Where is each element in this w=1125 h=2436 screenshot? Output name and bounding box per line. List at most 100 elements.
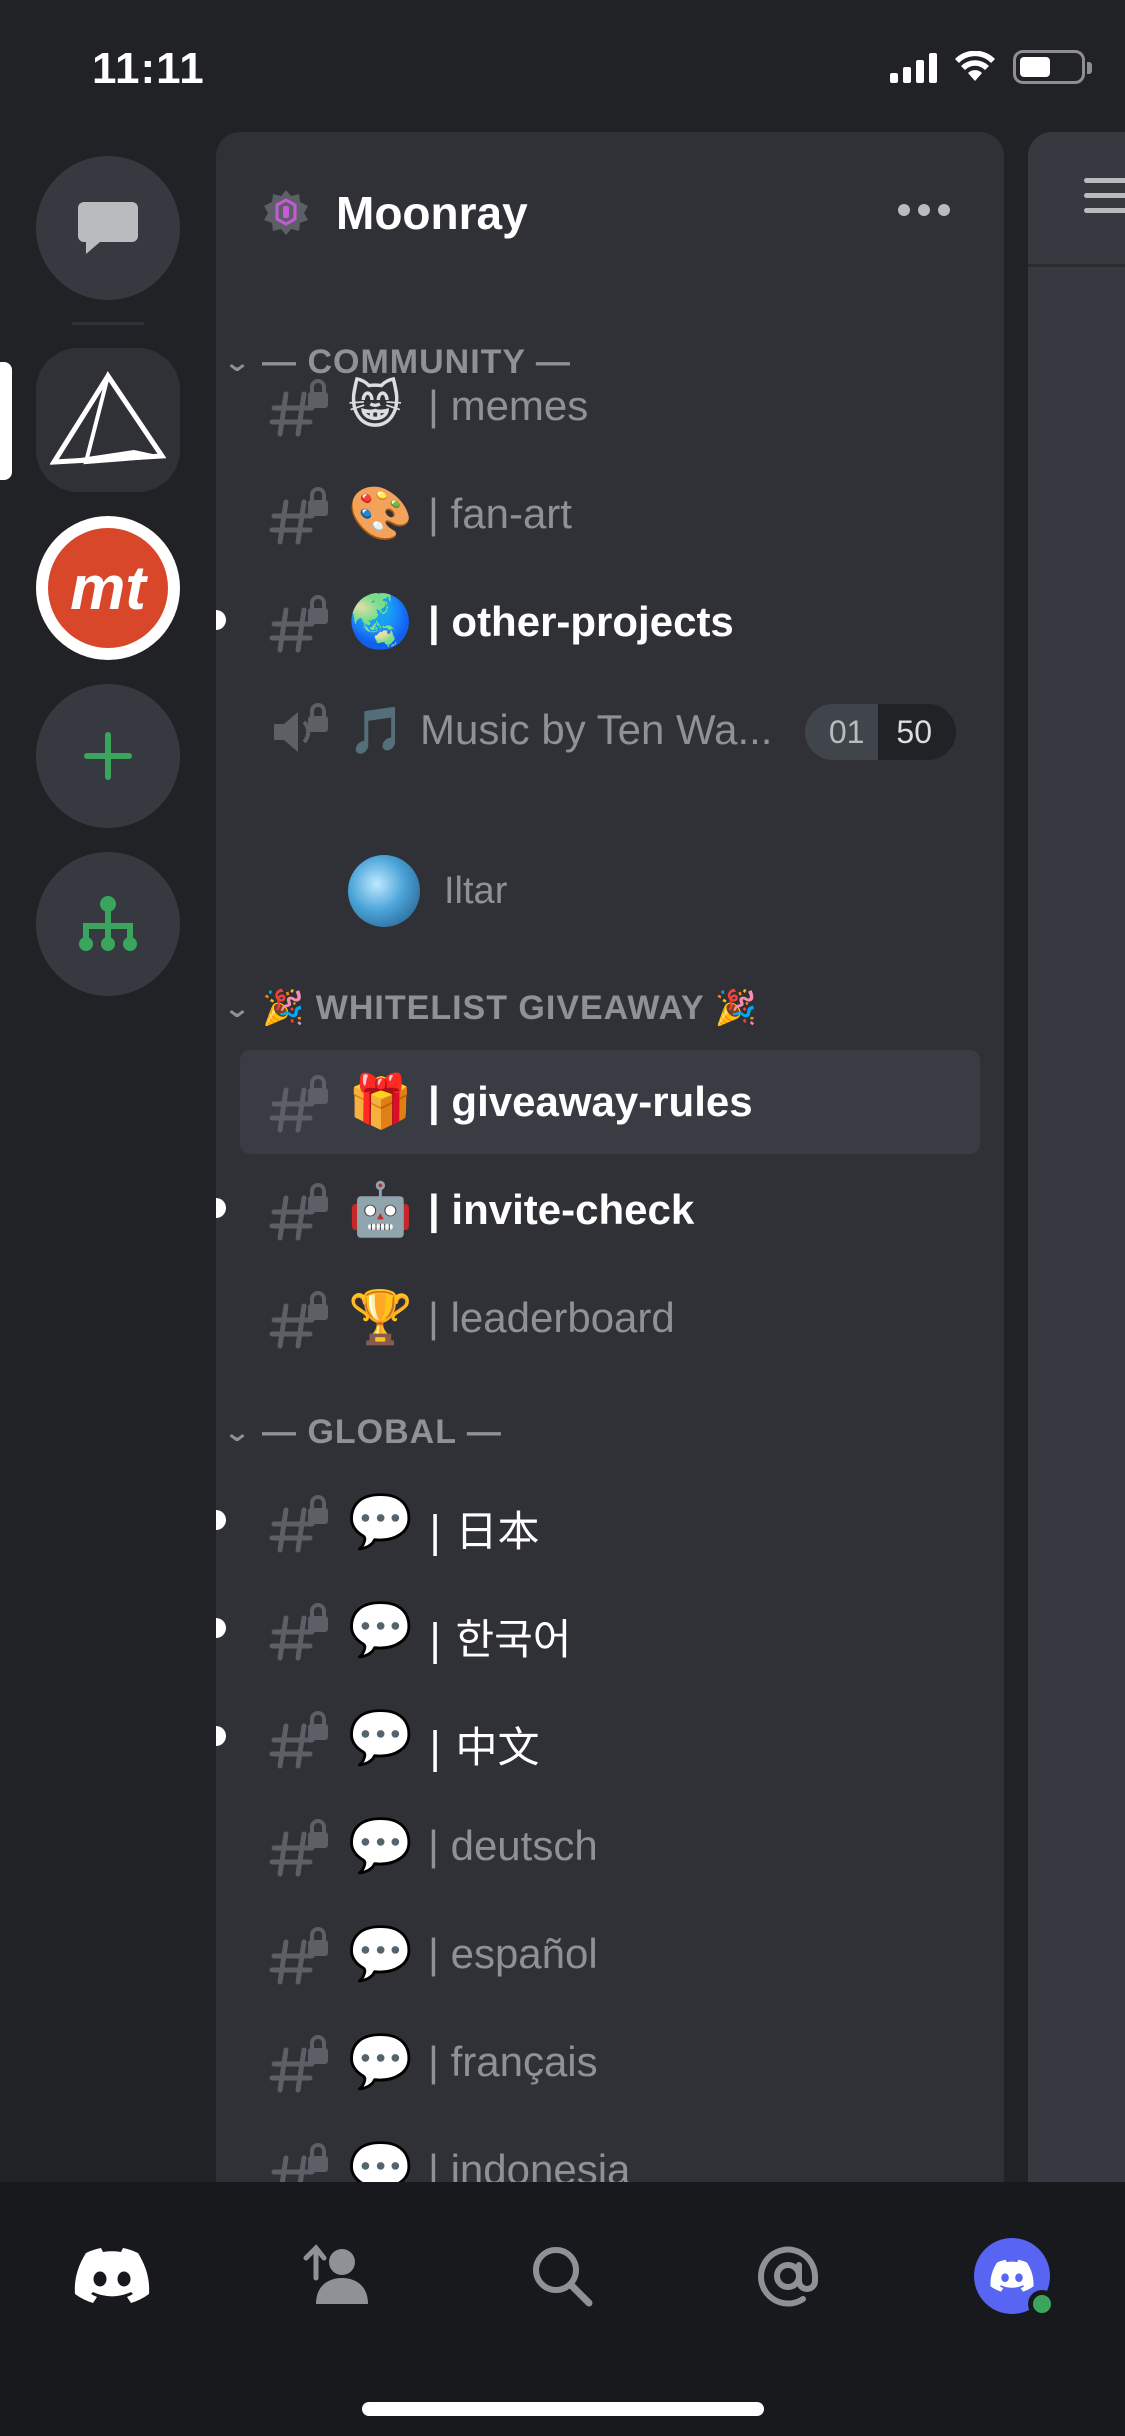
channel-name: | 日本 [428,1507,540,1556]
channel-emoji: 🎨 [348,484,413,544]
unread-indicator [216,1198,226,1218]
active-server-indicator [0,362,12,480]
mt-server-button[interactable]: mt [36,516,180,660]
cellular-signal-icon [890,51,937,83]
tab-home[interactable] [62,2226,162,2326]
chevron-down-icon: ⌄ [222,992,253,1023]
category-label: — GLOBAL — [262,1412,502,1451]
discord-app-screen: 11:11 mt Moonray ⌄ — COMMUNITY — 😸 | mem… [0,0,1125,2436]
unread-indicator [216,1618,226,1638]
voice-max-count: 50 [878,704,956,760]
pyramid-server-icon [50,371,166,465]
locked-text-channel-icon [269,1711,328,1769]
channel-name: | 中文 [428,1723,540,1772]
status-time: 11:11 [92,44,205,93]
channel-invite-check[interactable]: 🤖 | invite-check [216,1158,980,1262]
channel-emoji: 💬 [348,1600,413,1660]
voice-participant-name: Iltar [444,869,508,912]
voice-channel-music[interactable]: 🎵 Music by Ten Wa... 01 50 [240,678,980,782]
unread-indicator [216,1726,226,1746]
channel-name: | other-projects [428,598,734,645]
locked-text-channel-icon [269,487,328,545]
tab-friends[interactable] [288,2226,388,2326]
locked-text-channel-icon [269,595,328,653]
avatar [348,855,420,927]
discord-home-icon [74,2248,150,2303]
channel-name: | deutsch [428,1822,598,1869]
wifi-icon [955,51,995,81]
category-label: 🎉 WHITELIST GIVEAWAY 🎉 [262,989,758,1027]
home-indicator[interactable] [362,2402,764,2416]
channel-emoji: 🌏 [348,592,413,652]
voice-participant[interactable]: Iltar [348,846,948,936]
channel-espanol[interactable]: 💬 | español [240,1902,980,2006]
chat-pane-peek[interactable] [1028,132,1125,2182]
add-server-icon [84,732,132,780]
status-bar: 11:11 [0,0,1125,130]
direct-messages-button[interactable] [36,156,180,300]
channel-francais[interactable]: 💬 | français [240,2010,980,2114]
channel-deutsch[interactable]: 💬 | deutsch [240,1794,980,1898]
channel-chinese[interactable]: 💬 | 中文 [216,1686,980,1790]
locked-text-channel-icon [269,1183,328,1241]
tab-mentions[interactable] [738,2226,838,2326]
bottom-tab-bar [0,2182,1125,2436]
channel-indonesia[interactable]: 💬 | indonesia [240,2118,980,2182]
channel-fan-art[interactable]: 🎨 | fan-art [240,462,980,566]
explore-servers-button[interactable] [36,852,180,996]
online-status-indicator [1028,2290,1056,2318]
channel-emoji: 💬 [348,1492,413,1552]
channel-name: | 한국어 [428,1615,572,1664]
locked-text-channel-icon [269,1603,328,1661]
add-server-button[interactable] [36,684,180,828]
channel-giveaway-rules[interactable]: 🎁 | giveaway-rules [240,1050,980,1154]
channel-emoji: 🏆 [348,1288,413,1348]
channel-name: | français [428,2038,598,2085]
rail-separator [72,322,144,325]
locked-text-channel-icon [269,1495,328,1553]
channel-memes[interactable]: 😸 | memes [240,354,980,458]
locked-voice-channel-icon [274,703,328,752]
locked-text-channel-icon [269,1819,328,1877]
channel-name: | fan-art [428,490,572,537]
hamburger-menu-icon[interactable] [1084,178,1125,223]
channel-emoji: 💬 [348,1708,413,1768]
tab-search[interactable] [512,2226,612,2326]
explore-servers-icon [79,896,137,951]
channel-name: | giveaway-rules [428,1078,753,1125]
more-options-icon[interactable] [898,204,950,216]
channel-name: | memes [428,382,589,429]
battery-icon [1013,50,1092,84]
tab-profile[interactable] [962,2226,1062,2326]
mt-server-icon: mt [36,516,180,660]
server-name: Moonray [336,187,528,239]
voice-user-count: 01 50 [804,704,956,760]
status-icons [890,50,1092,84]
channel-emoji: 🎁 [348,1072,413,1132]
category-whitelist-giveaway[interactable]: ⌄ 🎉 WHITELIST GIVEAWAY 🎉 [223,978,758,1038]
friends-icon [303,2244,368,2304]
channel-emoji: 💬 [348,2032,413,2092]
channel-emoji: 🎵 [348,703,406,757]
channel-korean[interactable]: 💬 | 한국어 [216,1578,980,1682]
server-header[interactable]: Moonray [216,132,1004,302]
chevron-down-icon: ⌄ [222,1416,253,1447]
channel-emoji: 💬 [348,2140,413,2182]
channel-emoji: 🤖 [348,1180,413,1240]
channel-japanese[interactable]: 💬 | 日本 [216,1470,980,1574]
chat-header-divider [1028,264,1125,267]
category-global[interactable]: ⌄ — GLOBAL — [223,1402,502,1462]
locked-text-channel-icon [269,379,328,437]
server-rail: mt [0,130,216,2180]
channel-name: | español [428,1930,598,1977]
channel-leaderboard[interactable]: 🏆 | leaderboard [240,1266,980,1370]
channel-name: | leaderboard [428,1294,675,1341]
pyramid-server-button[interactable] [36,348,180,492]
channel-emoji: 💬 [348,1924,413,1984]
channel-other-projects[interactable]: 🌏 | other-projects [216,570,980,674]
channel-name: | invite-check [428,1186,695,1233]
unread-indicator [216,610,226,630]
locked-text-channel-icon [269,1291,328,1349]
channel-emoji: 😸 [348,376,403,436]
profile-avatar [974,2238,1056,2318]
